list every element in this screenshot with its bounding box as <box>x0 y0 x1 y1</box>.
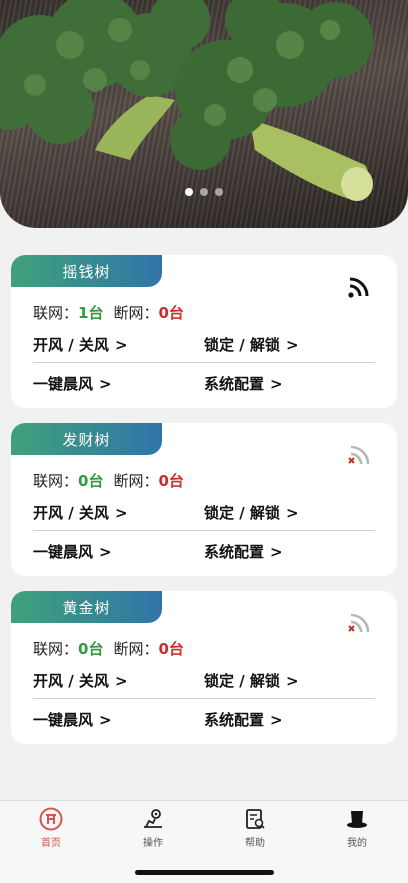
system-config-button[interactable]: 系统配置 > <box>204 373 375 394</box>
tab-label: 首页 <box>41 838 61 849</box>
chevron-right-icon: > <box>285 336 299 354</box>
lock-toggle-button[interactable]: 锁定 / 解锁 > <box>204 334 375 355</box>
chevron-right-icon: > <box>114 504 128 522</box>
carousel-dots <box>0 188 408 196</box>
offline-count: 0台 <box>158 640 184 658</box>
divider <box>33 698 375 699</box>
chevron-right-icon: > <box>270 543 283 561</box>
offline-label: 断网： <box>113 472 159 490</box>
home-indicator <box>135 870 274 875</box>
divider <box>33 530 375 531</box>
fan-toggle-label: 开风 / 关风 <box>33 504 109 522</box>
carousel-dot[interactable] <box>185 188 193 196</box>
system-config-label: 系统配置 <box>204 711 265 729</box>
tab-profile[interactable]: 我的 <box>337 807 377 849</box>
fan-toggle-button[interactable]: 开风 / 关风 > <box>33 334 204 355</box>
device-name: 发财树 <box>11 423 162 455</box>
morning-wind-label: 一键晨风 <box>33 711 94 729</box>
lock-toggle-button[interactable]: 锁定 / 解锁 > <box>204 670 375 691</box>
morning-wind-button[interactable]: 一键晨风 > <box>33 709 204 730</box>
lock-toggle-button[interactable]: 锁定 / 解锁 > <box>204 502 375 523</box>
lock-toggle-label: 锁定 / 解锁 <box>204 504 280 522</box>
morning-wind-label: 一键晨风 <box>33 543 94 561</box>
tab-label: 操作 <box>143 838 163 849</box>
online-label: 联网： <box>33 472 79 490</box>
carousel-dot[interactable] <box>215 188 223 196</box>
device-card: 黄金树 联网： 0台 断网： 0台 开风 / 关风 > 锁定 / 解锁 > 一键晨风… <box>11 591 397 744</box>
system-config-button[interactable]: 系统配置 > <box>204 709 375 730</box>
system-config-label: 系统配置 <box>204 543 265 561</box>
tab-label: 我的 <box>347 838 367 849</box>
system-config-label: 系统配置 <box>204 375 265 393</box>
online-count: 0台 <box>78 640 104 658</box>
device-status: 联网： 1台 断网： 0台 <box>33 302 184 323</box>
chevron-right-icon: > <box>285 504 299 522</box>
home-icon <box>39 807 63 831</box>
profile-icon <box>347 811 367 828</box>
chevron-right-icon: > <box>114 672 128 690</box>
tab-operation[interactable]: 操作 <box>133 807 173 849</box>
signal-off-icon <box>348 613 370 633</box>
chevron-right-icon: > <box>270 375 283 393</box>
online-label: 联网： <box>33 304 79 322</box>
lock-toggle-label: 锁定 / 解锁 <box>204 672 280 690</box>
fan-toggle-label: 开风 / 关风 <box>33 672 109 690</box>
online-count: 0台 <box>78 472 104 490</box>
fan-toggle-label: 开风 / 关风 <box>33 336 109 354</box>
device-name: 黄金树 <box>11 591 162 623</box>
morning-wind-button[interactable]: 一键晨风 > <box>33 541 204 562</box>
morning-wind-button[interactable]: 一键晨风 > <box>33 373 204 394</box>
offline-label: 断网： <box>113 640 159 658</box>
divider <box>33 362 375 363</box>
morning-wind-label: 一键晨风 <box>33 375 94 393</box>
signal-icon <box>348 277 369 298</box>
device-card: 发财树 联网： 0台 断网： 0台 开风 / 关风 > 锁定 / 解锁 > 一键晨风… <box>11 423 397 576</box>
offline-label: 断网： <box>113 304 159 322</box>
chevron-right-icon: > <box>270 711 283 729</box>
chevron-right-icon: > <box>99 711 112 729</box>
operation-icon <box>144 809 162 828</box>
fan-toggle-button[interactable]: 开风 / 关风 > <box>33 502 204 523</box>
offline-count: 0台 <box>158 304 184 322</box>
chevron-right-icon: > <box>285 672 299 690</box>
device-status: 联网： 0台 断网： 0台 <box>33 470 184 491</box>
lock-toggle-label: 锁定 / 解锁 <box>204 336 280 354</box>
tab-home[interactable]: 首页 <box>31 807 71 849</box>
online-label: 联网： <box>33 640 79 658</box>
tab-help[interactable]: 帮助 <box>235 807 275 849</box>
chevron-right-icon: > <box>99 375 112 393</box>
tab-label: 帮助 <box>245 838 265 849</box>
fan-toggle-button[interactable]: 开风 / 关风 > <box>33 670 204 691</box>
device-card: 摇钱树 联网： 1台 断网： 0台 开风 / 关风 > 锁定 / 解锁 > 一键晨风… <box>11 255 397 408</box>
device-name: 摇钱树 <box>11 255 162 287</box>
banner-carousel[interactable] <box>0 0 408 228</box>
signal-off-icon <box>348 445 370 465</box>
offline-count: 0台 <box>158 472 184 490</box>
chevron-right-icon: > <box>114 336 128 354</box>
online-count: 1台 <box>78 304 104 322</box>
carousel-dot[interactable] <box>200 188 208 196</box>
system-config-button[interactable]: 系统配置 > <box>204 541 375 562</box>
chevron-right-icon: > <box>99 543 112 561</box>
help-icon <box>246 809 265 829</box>
device-status: 联网： 0台 断网： 0台 <box>33 638 184 659</box>
